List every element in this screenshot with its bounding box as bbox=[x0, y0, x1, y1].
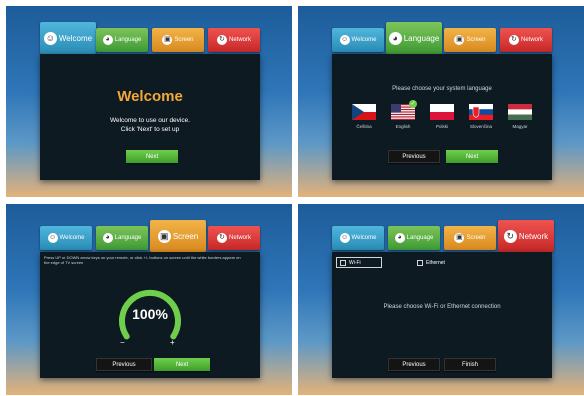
setup-tabs: ☺ Welcome ◕ Language ▣ Screen ↻ Network bbox=[332, 220, 554, 252]
language-prompt: Please choose your system language bbox=[392, 86, 492, 92]
setup-tabs: ☺ Welcome ◕ Language ▣ Screen ↻ Network bbox=[332, 22, 552, 54]
tab-language[interactable]: ◕ Language bbox=[96, 226, 148, 250]
ethernet-option[interactable]: Ethernet bbox=[414, 257, 448, 268]
zoom-gauge[interactable]: 100% − + bbox=[110, 280, 190, 354]
wifi-option[interactable]: Wi-Fi bbox=[336, 257, 382, 268]
face-icon: ☺ bbox=[47, 233, 58, 243]
welcome-subtitle: Welcome to use our device. Click 'Next' … bbox=[109, 117, 191, 133]
welcome-title: Welcome bbox=[117, 88, 183, 105]
setup-tabs: ☺ Welcome ◕ Language ▣ Screen ↻ Network bbox=[40, 22, 260, 54]
face-icon: ☺ bbox=[339, 35, 350, 45]
screen-icon: ▣ bbox=[454, 35, 465, 45]
zoom-minus-button[interactable]: − bbox=[120, 338, 125, 347]
zoom-plus-button[interactable]: + bbox=[170, 338, 175, 347]
previous-button[interactable]: Previous bbox=[388, 150, 440, 163]
ethernet-checkbox[interactable] bbox=[417, 259, 423, 266]
next-button[interactable]: Next bbox=[446, 150, 498, 163]
setup-content: Wi-Fi Ethernet Please choose Wi-Fi or Et… bbox=[332, 252, 552, 378]
language-option-slovak[interactable]: Slovenčina bbox=[463, 104, 499, 129]
tab-screen[interactable]: ▣ Screen bbox=[444, 226, 496, 250]
finish-button[interactable]: Finish bbox=[444, 358, 496, 371]
globe-icon: ◕ bbox=[388, 31, 402, 45]
wifi-checkbox[interactable] bbox=[340, 259, 346, 266]
us-flag-icon: ✓ bbox=[391, 100, 417, 120]
screen-icon: ▣ bbox=[454, 233, 465, 243]
tab-network[interactable]: ↻ Network bbox=[498, 220, 554, 252]
network-icon: ↻ bbox=[216, 35, 227, 45]
language-options: Čeština ✓ English Polski Slovenčina Magy… bbox=[346, 100, 538, 140]
screen-help-text: Press UP or DOWN arrow keys on your remo… bbox=[44, 255, 241, 265]
network-icon: ↻ bbox=[216, 233, 227, 243]
screen-icon: ▣ bbox=[162, 35, 173, 45]
tab-network[interactable]: ↻ Network bbox=[208, 226, 260, 250]
tab-screen[interactable]: ▣ Screen bbox=[444, 28, 496, 52]
next-button[interactable]: Next bbox=[126, 150, 178, 163]
czech-flag-icon bbox=[352, 104, 376, 120]
network-icon: ↻ bbox=[508, 35, 519, 45]
language-option-hungarian[interactable]: Magyar bbox=[502, 104, 538, 129]
network-message: Please choose Wi-Fi or Ethernet connecti… bbox=[383, 304, 501, 310]
face-icon: ☺ bbox=[43, 31, 57, 45]
tab-welcome[interactable]: ☺ Welcome bbox=[40, 22, 96, 54]
network-step-panel: ☺ Welcome ◕ Language ▣ Screen ↻ Network Wi-F… bbox=[298, 204, 584, 395]
language-option-english[interactable]: ✓ English bbox=[385, 100, 421, 129]
screen-icon: ▣ bbox=[157, 229, 171, 243]
language-step-panel: ☺ Welcome ◕ Language ▣ Screen ↻ Network Plea… bbox=[298, 6, 584, 197]
welcome-step-panel: ☺ Welcome ◕ Language ▣ Screen ↻ Network Welc… bbox=[6, 6, 292, 197]
tab-language[interactable]: ◕ Language bbox=[96, 28, 148, 52]
tab-welcome[interactable]: ☺ Welcome bbox=[332, 226, 384, 250]
language-option-czech[interactable]: Čeština bbox=[346, 104, 382, 129]
globe-icon: ◕ bbox=[102, 233, 113, 243]
globe-icon: ◕ bbox=[394, 233, 405, 243]
face-icon: ☺ bbox=[339, 233, 350, 243]
tab-screen[interactable]: ▣ Screen bbox=[150, 220, 206, 252]
tab-welcome[interactable]: ☺ Welcome bbox=[40, 226, 92, 250]
hungarian-flag-icon bbox=[508, 104, 532, 120]
tab-network[interactable]: ↻ Network bbox=[500, 28, 552, 52]
screen-step-panel: ☺ Welcome ◕ Language ▣ Screen ↻ Network Pres… bbox=[6, 204, 292, 395]
selected-check-icon: ✓ bbox=[409, 100, 417, 108]
tab-welcome[interactable]: ☺ Welcome bbox=[332, 28, 384, 52]
setup-content: Please choose your system language Češti… bbox=[332, 54, 552, 180]
tab-network[interactable]: ↻ Network bbox=[208, 28, 260, 52]
previous-button[interactable]: Previous bbox=[96, 358, 152, 371]
polish-flag-icon bbox=[430, 104, 454, 120]
setup-content: Welcome Welcome to use our device. Click… bbox=[40, 54, 260, 180]
next-button[interactable]: Next bbox=[154, 358, 210, 371]
setup-tabs: ☺ Welcome ◕ Language ▣ Screen ↻ Network bbox=[40, 220, 260, 252]
language-option-polish[interactable]: Polski bbox=[424, 104, 460, 129]
slovak-flag-icon bbox=[469, 104, 493, 120]
globe-icon: ◕ bbox=[102, 35, 113, 45]
tab-language[interactable]: ◕ Language bbox=[386, 22, 442, 54]
network-icon: ↻ bbox=[503, 229, 517, 243]
tab-language[interactable]: ◕ Language bbox=[388, 226, 440, 250]
previous-button[interactable]: Previous bbox=[388, 358, 440, 371]
zoom-value: 100% bbox=[132, 306, 168, 322]
setup-content: Press UP or DOWN arrow keys on your remo… bbox=[40, 252, 260, 378]
tab-screen[interactable]: ▣ Screen bbox=[152, 28, 204, 52]
